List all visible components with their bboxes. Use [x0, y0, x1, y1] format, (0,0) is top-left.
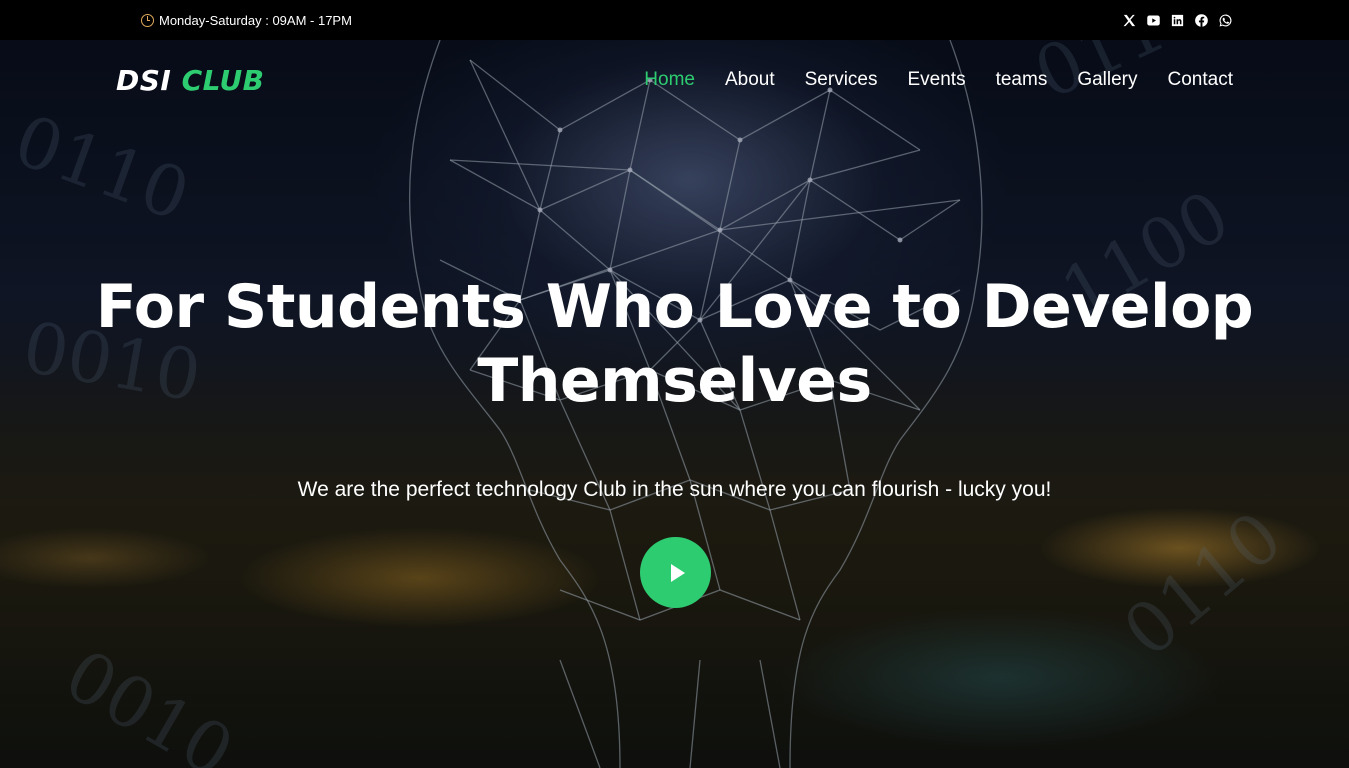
logo-text-club: CLUB — [181, 63, 265, 97]
hero-content: For Students Who Love to Develop Themsel… — [0, 270, 1349, 502]
main-navbar: DSI CLUB Home About Services Events team… — [0, 40, 1349, 120]
opening-hours-text: Monday-Saturday : 09AM - 17PM — [159, 12, 352, 28]
top-bar: Monday-Saturday : 09AM - 17PM — [0, 0, 1349, 40]
nav-item-gallery[interactable]: Gallery — [1077, 69, 1137, 91]
nav-item-events[interactable]: Events — [907, 69, 965, 91]
nav-item-teams[interactable]: teams — [996, 69, 1048, 91]
social-links — [1122, 13, 1233, 28]
nav-item-contact[interactable]: Contact — [1168, 69, 1233, 91]
hero-headline: For Students Who Love to Develop Themsel… — [95, 272, 1254, 416]
nav-item-about[interactable]: About — [725, 69, 775, 91]
youtube-icon[interactable] — [1146, 13, 1161, 28]
nav-item-services[interactable]: Services — [805, 69, 878, 91]
nav-item-home[interactable]: Home — [644, 69, 695, 91]
site-logo[interactable]: DSI CLUB — [116, 64, 265, 97]
nav-menu: Home About Services Events teams Gallery… — [644, 69, 1233, 91]
play-video-button[interactable] — [640, 537, 711, 608]
linkedin-icon[interactable] — [1170, 13, 1185, 28]
logo-text-dsi: DSI — [116, 63, 172, 97]
clock-icon — [141, 13, 154, 27]
facebook-icon[interactable] — [1194, 13, 1209, 28]
opening-hours: Monday-Saturday : 09AM - 17PM — [141, 13, 352, 28]
whatsapp-icon[interactable] — [1218, 13, 1233, 28]
x-twitter-icon[interactable] — [1122, 13, 1137, 28]
play-icon — [670, 563, 685, 582]
hero-tagline: We are the perfect technology Club in th… — [297, 478, 1052, 501]
